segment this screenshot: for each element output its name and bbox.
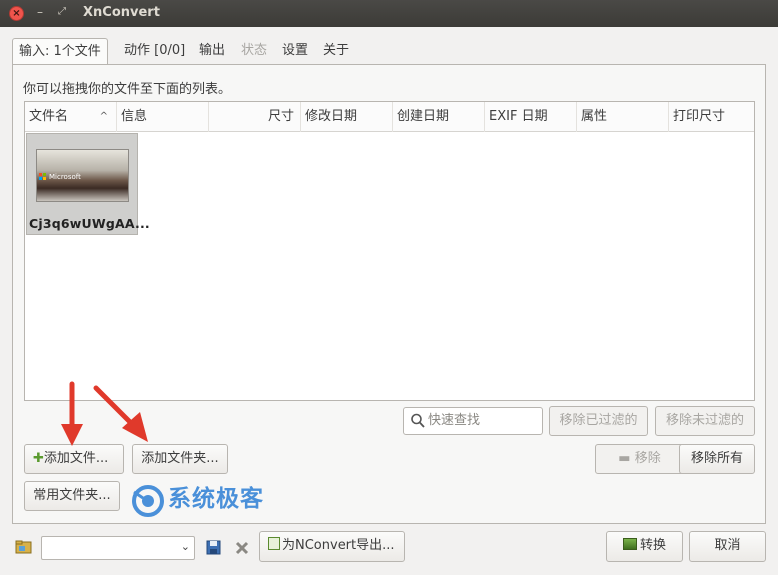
title-bar: × – ⤢ XnConvert xyxy=(0,0,778,27)
bottom-bar: ⌄ 为NConvert导出... 转换 取消 xyxy=(0,527,778,575)
drag-hint: 你可以拖拽你的文件至下面的列表。 xyxy=(23,82,232,97)
file-item[interactable]: Microsoft Cj3q6wUWgAA... xyxy=(26,133,150,235)
input-panel: 你可以拖拽你的文件至下面的列表。 文件名 ^ 信息 尺寸 修改日期 创建日期 E… xyxy=(12,64,766,524)
column-size[interactable]: 尺寸 xyxy=(209,102,301,132)
column-filename[interactable]: 文件名 ^ xyxy=(25,102,117,132)
annotation-arrow-icon xyxy=(61,381,148,446)
search-placeholder: 快速查找 xyxy=(428,413,481,428)
window-title: XnConvert xyxy=(83,5,160,20)
tab-output[interactable]: 输出 xyxy=(193,38,231,64)
tab-actions[interactable]: 动作 [0/0] xyxy=(118,38,191,64)
microsoft-logo-icon xyxy=(39,173,47,181)
maximize-window-button[interactable]: ⤢ xyxy=(55,3,69,21)
cancel-button[interactable]: 取消 xyxy=(689,531,766,562)
tab-settings[interactable]: 设置 xyxy=(276,38,314,64)
folder-icon[interactable] xyxy=(15,538,33,556)
remove-unfiltered-button[interactable]: 移除未过滤的 xyxy=(655,406,755,436)
quick-search-input[interactable]: 快速查找 xyxy=(403,407,543,435)
tab-input[interactable]: 输入: 1个文件 xyxy=(12,38,108,65)
delete-icon[interactable] xyxy=(233,539,251,557)
file-list-header: 文件名 ^ 信息 尺寸 修改日期 创建日期 EXIF 日期 属性 打印尺寸 xyxy=(25,102,754,132)
file-thumbnail: Microsoft xyxy=(36,149,129,202)
watermark-logo-icon xyxy=(132,485,164,517)
export-icon xyxy=(268,537,280,550)
tab-status: 状态 xyxy=(241,43,268,58)
column-created-date[interactable]: 创建日期 xyxy=(393,102,485,132)
search-icon xyxy=(411,413,425,428)
column-modified-date[interactable]: 修改日期 xyxy=(301,102,393,132)
column-exif-date[interactable]: EXIF 日期 xyxy=(485,102,577,132)
save-icon[interactable] xyxy=(205,539,223,557)
add-icon: ✚ xyxy=(33,451,44,466)
column-print-size[interactable]: 打印尺寸 xyxy=(669,102,754,132)
convert-icon xyxy=(622,538,637,550)
remove-button[interactable]: ▬ 移除 xyxy=(595,444,684,474)
remove-all-button[interactable]: 移除所有 xyxy=(679,444,755,474)
remove-filtered-button[interactable]: 移除已过滤的 xyxy=(549,406,648,436)
convert-button[interactable]: 转换 xyxy=(606,531,683,562)
common-folders-button[interactable]: 常用文件夹... xyxy=(24,481,120,511)
chevron-down-icon: ⌄ xyxy=(180,540,190,553)
file-name: Cj3q6wUWgAA... xyxy=(29,216,150,231)
preset-select[interactable]: ⌄ xyxy=(41,536,195,560)
column-info[interactable]: 信息 xyxy=(117,102,209,132)
thumbnail-caption: Microsoft xyxy=(49,173,81,181)
file-list[interactable]: 文件名 ^ 信息 尺寸 修改日期 创建日期 EXIF 日期 属性 打印尺寸 Mi… xyxy=(24,101,755,401)
tab-about[interactable]: 关于 xyxy=(317,38,355,64)
close-window-button[interactable]: × xyxy=(9,6,24,21)
column-attributes[interactable]: 属性 xyxy=(577,102,669,132)
watermark-text: 系统极客 xyxy=(168,486,264,512)
minimize-window-button[interactable]: – xyxy=(33,3,47,21)
export-nconvert-button[interactable]: 为NConvert导出... xyxy=(259,531,405,562)
minus-icon: ▬ xyxy=(618,451,631,466)
sort-ascending-icon: ^ xyxy=(99,111,108,122)
